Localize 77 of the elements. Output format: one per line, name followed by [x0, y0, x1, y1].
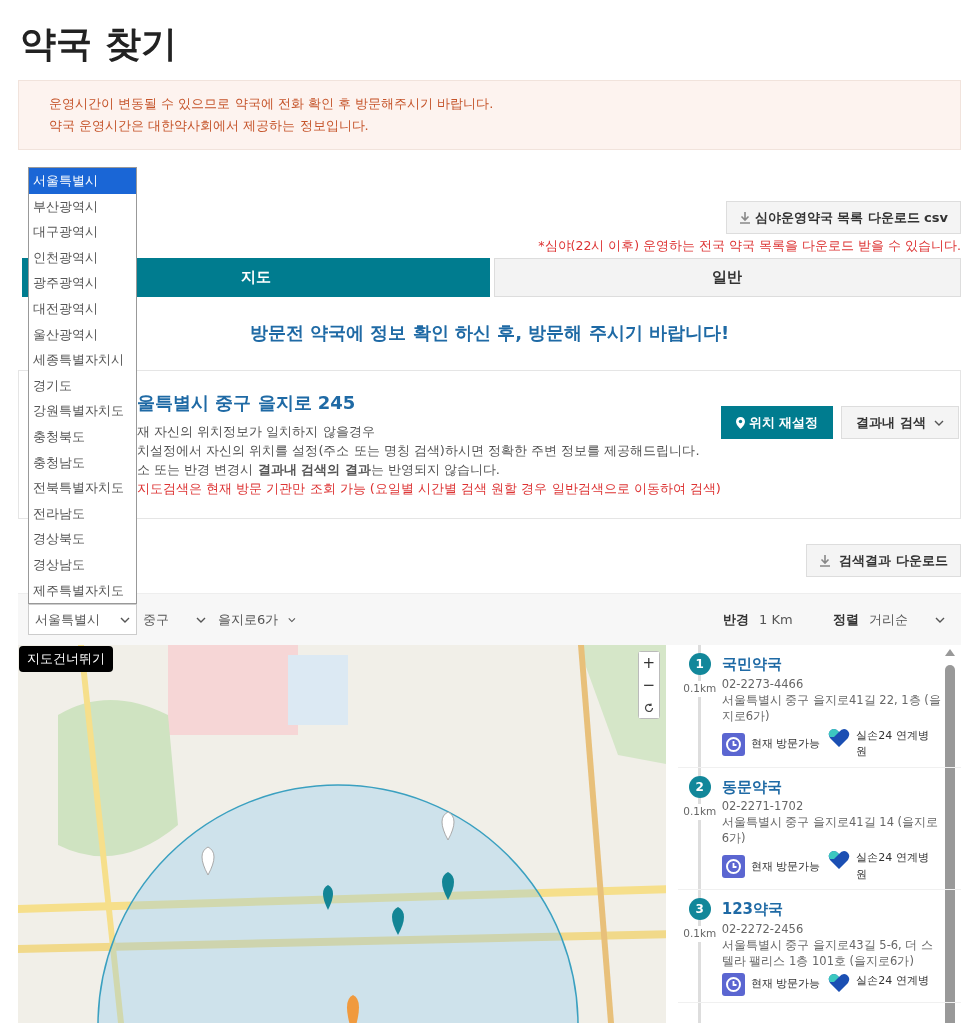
- distance-text: 0.1km: [683, 926, 717, 943]
- dropdown-option[interactable]: 대전광역시: [29, 295, 136, 322]
- location-pin-icon: [735, 416, 745, 429]
- download-icon: [819, 554, 832, 568]
- select-field[interactable]: 서울특별시: [28, 604, 137, 636]
- heart-icon: [828, 972, 851, 993]
- chevron-down-icon: [120, 616, 130, 623]
- address-text: 울특별시 중구 을지로 245: [137, 390, 357, 415]
- clock-icon: [721, 732, 745, 756]
- dropdown-option[interactable]: 전북특별자치도: [29, 475, 136, 501]
- linked-hospital-text: 실손24 연계병: [856, 972, 930, 989]
- select-field[interactable]: 1 Km: [753, 604, 809, 636]
- linked-hospital-text: 실손24 연계병원: [856, 850, 930, 883]
- csv-note: *심야(22시 이후) 운영하는 전국 약국 목록을 다운로드 받을 수 있습니다.: [538, 237, 961, 256]
- info-text: 치설정에서 자신의 위치를 설정(주소 또는 명칭 검색)하시면 정확한 주변 정보를 제공해드립니다.: [137, 441, 701, 460]
- pharmacy-name[interactable]: 국민약국: [721, 653, 944, 676]
- dropdown-option[interactable]: 세종특별자치시: [29, 347, 136, 373]
- filter-label: 정렬: [833, 611, 859, 630]
- address-text: 서울특별시 중구 을지로43길 5-6, 더 스텔라 팰리스 1층 101호 (을지로6가): [721, 936, 935, 969]
- number-marker: 3: [688, 898, 711, 921]
- select-field[interactable]: 중구: [137, 604, 212, 636]
- scroll-up-icon[interactable]: [945, 649, 955, 657]
- info-text: 지도검색은 현재 방문 기관만 조회 가능 (요일별 시간별 검색 원할 경우 일반검색으로 이동하여 검색): [137, 479, 721, 498]
- filter-label: 반경: [723, 611, 749, 630]
- download-results-button[interactable]: 검색결과 다운로드: [806, 543, 961, 578]
- scrollbar-thumb[interactable]: [945, 665, 955, 1023]
- status-text: 현재 방문가능: [750, 736, 821, 753]
- heart-icon: [828, 727, 851, 748]
- clock-icon: [721, 972, 745, 996]
- dropdown-option[interactable]: 전라남도: [29, 500, 136, 527]
- linked-hospital-text: 실손24 연계병원: [856, 727, 930, 761]
- distance-text: 0.1km: [683, 803, 717, 820]
- heart-icon: [828, 850, 851, 871]
- address-text: 서울특별시 중구 을지로41길 22, 1층 (을지로6가): [721, 691, 942, 724]
- dropdown-option[interactable]: 경기도: [29, 372, 136, 399]
- address-text: 서울특별시 중구 을지로41길 14 (을지로6가): [721, 814, 940, 847]
- dropdown-option[interactable]: 충청북도: [29, 423, 136, 450]
- chevron-down-icon: [935, 616, 945, 623]
- dropdown-option[interactable]: 충청남도: [29, 449, 136, 476]
- phone-text: 02-2272-2456: [721, 920, 805, 937]
- dropdown-option[interactable]: 울산광역시: [29, 321, 136, 348]
- search-in-results-button[interactable]: 결과내 검색: [841, 405, 959, 440]
- phone-text: 02-2271-1702: [721, 798, 805, 815]
- pharmacy-name[interactable]: 123약국: [721, 898, 944, 921]
- phone-text: 02-2273-4466: [721, 675, 805, 692]
- dropdown-option[interactable]: 강원특별자치도: [29, 398, 136, 424]
- tab[interactable]: 일반: [493, 257, 961, 297]
- notice-heading: 방문전 약국에 정보 확인 하신 후, 방문해 주시기 바랍니다!: [249, 320, 730, 345]
- download-icon: [738, 210, 751, 224]
- chevron-down-icon: [288, 616, 296, 623]
- info-text: 소 또는 반경 변경시 결과내 검색의 결과는 반영되지 않습니다.: [137, 460, 501, 479]
- dropdown-option[interactable]: 대구광역시: [29, 219, 136, 245]
- info-text: 재 자신의 위치정보가 일치하지 않을경우: [137, 422, 376, 441]
- dropdown-option[interactable]: 경상북도: [29, 526, 136, 552]
- dropdown-option[interactable]: 서울특별시: [29, 168, 136, 194]
- notice-text: 운영시간이 변동될 수 있으므로 약국에 전화 확인 후 방문해주시기 바랍니다.: [49, 94, 495, 113]
- select-field[interactable]: 을지로6가: [212, 604, 302, 636]
- dropdown-option[interactable]: 경상남도: [29, 551, 136, 578]
- refresh-icon: [643, 702, 654, 713]
- page-title: 약국 찾기: [20, 24, 178, 64]
- select-field[interactable]: 거리순: [863, 604, 951, 636]
- reset-location-button[interactable]: 위치 재설정: [720, 405, 834, 440]
- notice-text: 약국 운영시간은 대한약사회에서 제공하는 정보입니다.: [49, 116, 370, 135]
- chevron-down-icon: [933, 419, 944, 426]
- dropdown-option[interactable]: 광주광역시: [29, 270, 136, 296]
- dropdown-option[interactable]: 제주특별자치도: [29, 577, 136, 604]
- chevron-down-icon: [196, 616, 206, 623]
- distance-text: 0.1km: [683, 681, 717, 698]
- clock-icon: [721, 855, 745, 879]
- download-csv-button[interactable]: 심야운영약국 목록 다운로드 csv: [725, 200, 961, 235]
- number-marker: 1: [688, 653, 711, 676]
- status-text: 현재 방문가능: [750, 976, 821, 993]
- dropdown-option[interactable]: 부산광역시: [29, 193, 136, 220]
- status-text: 현재 방문가능: [750, 858, 821, 875]
- pharmacy-name[interactable]: 동문약국: [721, 775, 944, 799]
- number-marker: 2: [688, 775, 711, 798]
- skip-map-button[interactable]: 지도건너뛰기: [19, 646, 113, 672]
